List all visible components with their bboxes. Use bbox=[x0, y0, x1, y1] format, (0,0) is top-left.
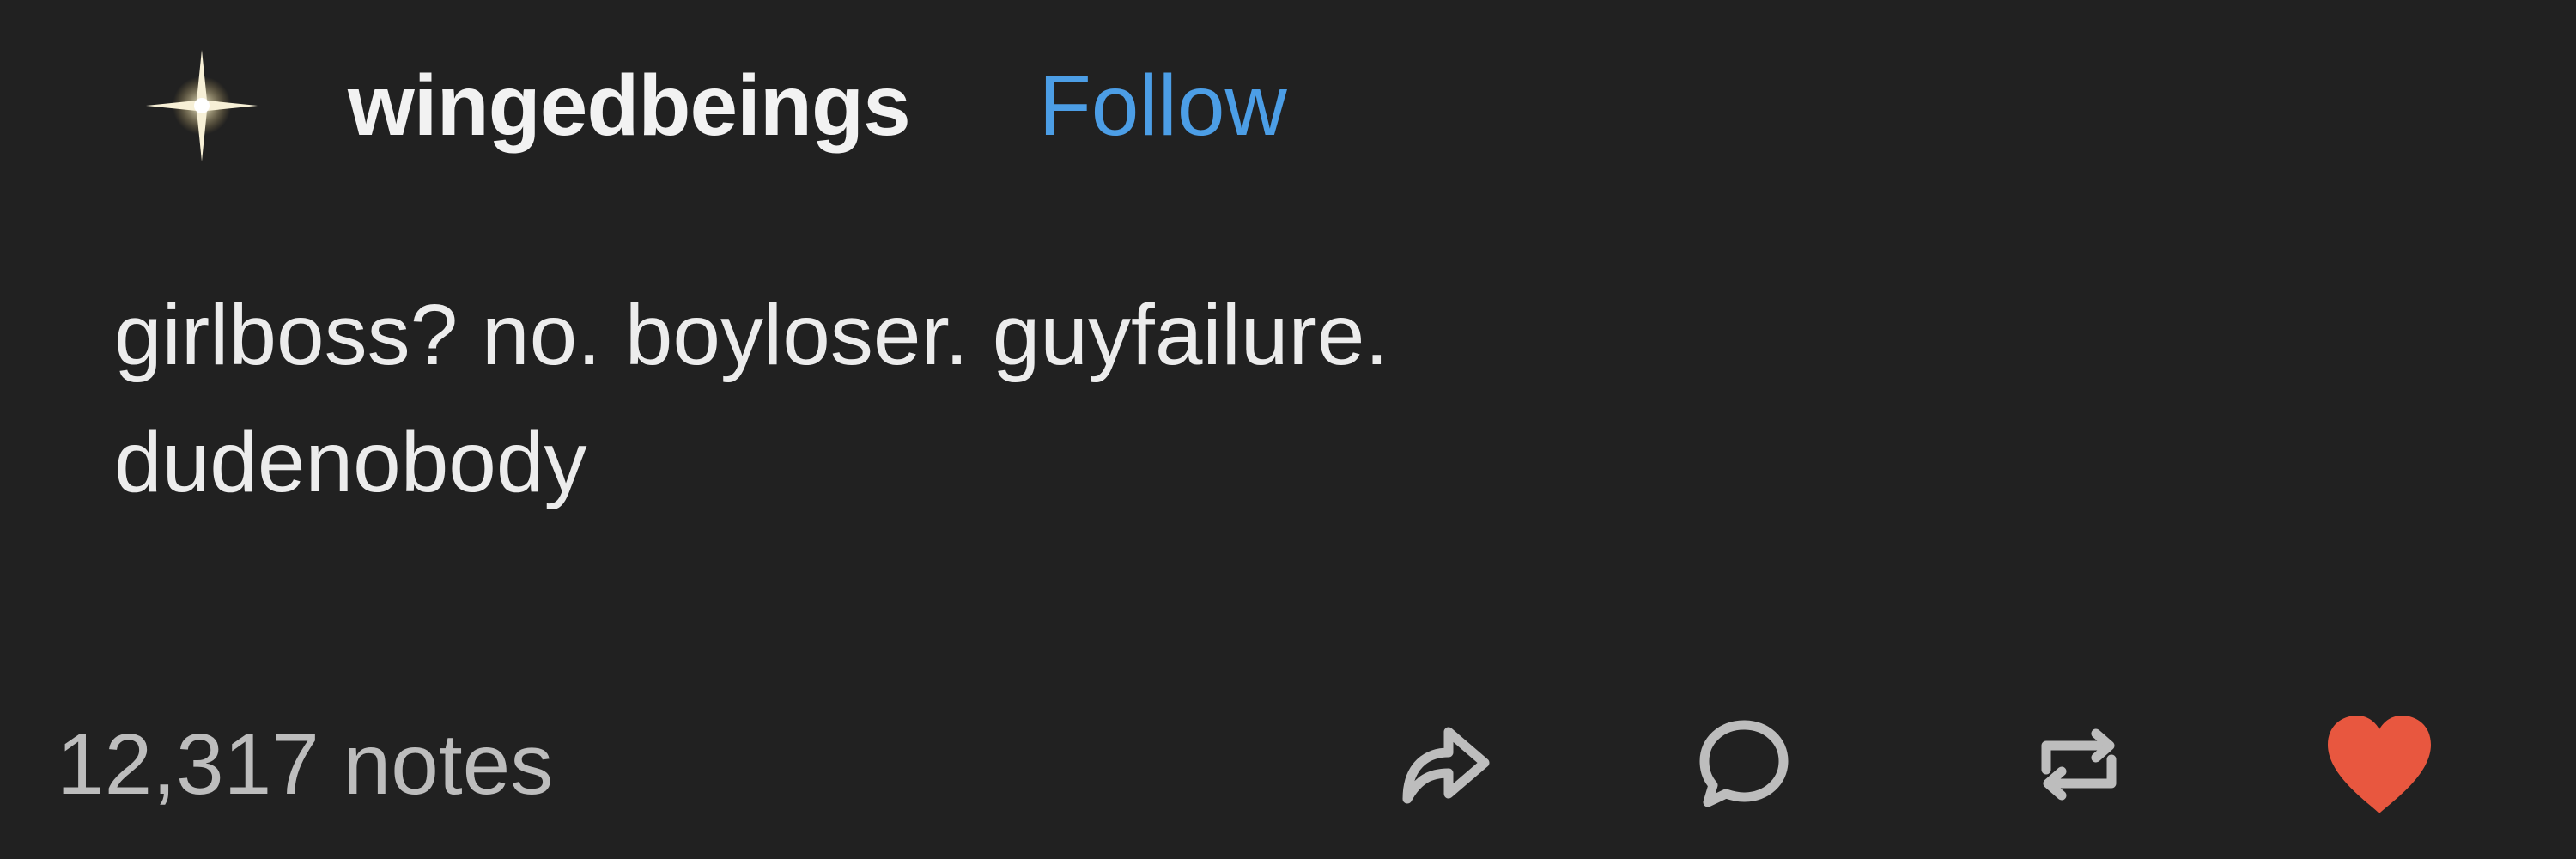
post-footer: 12,317 notes bbox=[57, 704, 2530, 825]
follow-button[interactable]: Follow bbox=[1039, 63, 1287, 149]
share-arrow-icon bbox=[1402, 727, 1490, 804]
speech-bubble-icon bbox=[1699, 720, 1789, 807]
notes-count[interactable]: 12,317 notes bbox=[57, 704, 553, 825]
share-button[interactable] bbox=[1379, 704, 1508, 825]
reblog-loop-icon bbox=[2041, 728, 2117, 801]
post-card: wingedbeings Follow girlboss? no. boylos… bbox=[0, 0, 2576, 859]
post-header: wingedbeings Follow bbox=[137, 41, 1287, 170]
username[interactable]: wingedbeings bbox=[348, 63, 911, 149]
avatar[interactable] bbox=[137, 41, 266, 170]
post-text-line-2: dudenobody bbox=[114, 414, 587, 510]
reblog-button[interactable] bbox=[2014, 704, 2143, 825]
reply-button[interactable] bbox=[1680, 704, 1808, 825]
sparkle-star-icon bbox=[146, 50, 258, 161]
like-button[interactable] bbox=[2315, 704, 2444, 825]
post-text-line-1: girlboss? no. boyloser. guyfailure. bbox=[114, 287, 1389, 383]
post-body: girlboss? no. boyloser. guyfailure. dude… bbox=[114, 283, 2433, 514]
heart-icon bbox=[2328, 716, 2431, 813]
